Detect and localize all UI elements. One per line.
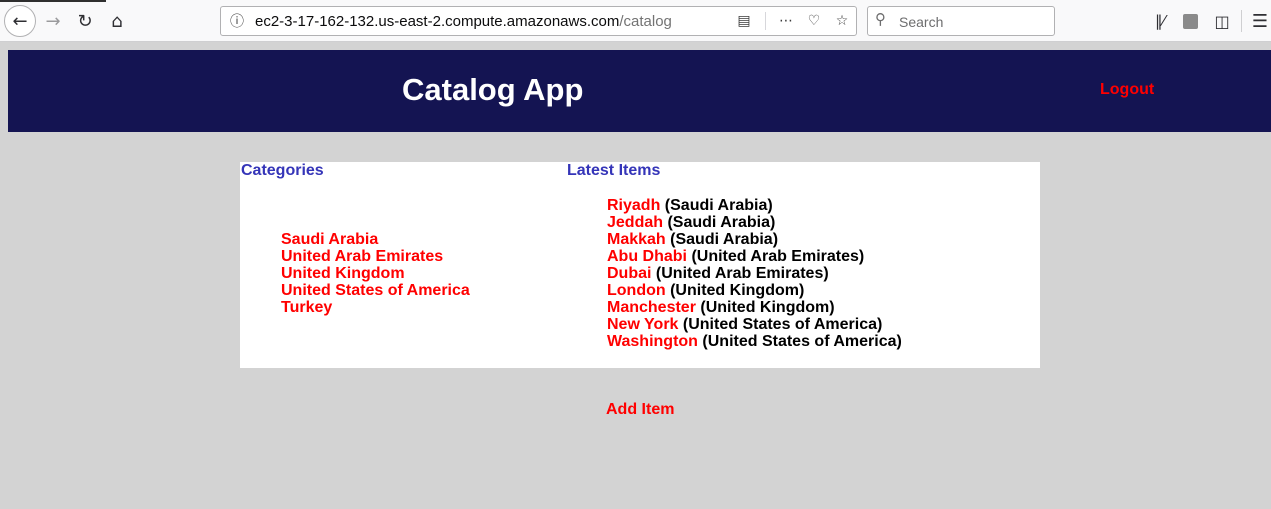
list-item: Washington (United States of America) [607,333,902,350]
add-item-link[interactable]: Add Item [606,401,674,419]
latest-items-heading: Latest Items [567,162,661,179]
list-item: Makkah (Saudi Arabia) [607,231,902,248]
logout-link[interactable]: Logout [1100,81,1154,99]
item-link[interactable]: Jeddah [607,214,663,231]
item-category: (Saudi Arabia) [667,214,776,231]
url-text: ec2-3-17-162-132.us-east-2.compute.amazo… [255,13,672,30]
category-link[interactable]: United Arab Emirates [281,248,470,265]
reader-view-icon[interactable]: ▤ [732,10,756,32]
item-category: (Saudi Arabia) [670,231,779,248]
item-link[interactable]: London [607,282,666,299]
list-item: London (United Kingdom) [607,282,902,299]
search-placeholder: Search [899,14,944,30]
category-list: Saudi Arabia United Arab Emirates United… [281,231,470,316]
app-title: Catalog App [402,72,584,107]
more-actions-icon[interactable]: ⋯ [774,10,798,32]
pocket-icon[interactable]: ♡ [802,10,826,32]
address-bar[interactable]: ⓘ ec2-3-17-162-132.us-east-2.compute.ama… [220,6,857,36]
item-category: (United States of America) [702,333,902,350]
browser-toolbar: ← → ↻ ⌂ ⓘ ec2-3-17-162-132.us-east-2.com… [0,0,1271,42]
url-host: ec2-3-17-162-132.us-east-2.compute.amazo… [255,13,620,30]
list-item: Abu Dhabi (United Arab Emirates) [607,248,902,265]
list-item: Dubai (United Arab Emirates) [607,265,902,282]
urlbar-divider [765,12,766,30]
search-input[interactable]: ⚲ Search [867,6,1055,36]
category-link[interactable]: United States of America [281,282,470,299]
item-link[interactable]: Washington [607,333,698,350]
category-link[interactable]: Turkey [281,299,470,316]
reload-icon[interactable]: ↻ [70,6,100,36]
list-item: Manchester (United Kingdom) [607,299,902,316]
categories-heading: Categories [241,162,324,179]
forward-arrow-icon[interactable]: → [38,6,68,36]
item-link[interactable]: New York [607,316,678,333]
list-item: Jeddah (Saudi Arabia) [607,214,902,231]
item-category: (United Arab Emirates) [691,248,865,265]
item-link[interactable]: Makkah [607,231,666,248]
item-category: (United Kingdom) [670,282,805,299]
home-icon[interactable]: ⌂ [102,6,132,36]
sidebar-icon[interactable]: ◫ [1207,6,1237,36]
category-link[interactable]: United Kingdom [281,265,470,282]
info-icon[interactable]: ⓘ [225,10,249,32]
item-link[interactable]: Dubai [607,265,651,282]
bookmark-star-icon[interactable]: ☆ [830,10,854,32]
library-icon[interactable]: ‖⁄ [1145,6,1175,36]
item-category: (United States of America) [682,316,883,333]
catalog-panel: Categories Latest Items Saudi Arabia Uni… [240,162,1040,368]
list-item: New York (United States of America) [607,316,902,333]
latest-items-list: Riyadh (Saudi Arabia) Jeddah (Saudi Arab… [607,197,902,350]
item-link[interactable]: Riyadh [607,197,660,214]
category-link[interactable]: Saudi Arabia [281,231,470,248]
app-header: Catalog App Logout [8,50,1271,132]
url-path: /catalog [619,13,672,30]
back-arrow-icon[interactable]: ← [4,5,36,37]
list-item: Riyadh (Saudi Arabia) [607,197,902,214]
item-link[interactable]: Abu Dhabi [607,248,687,265]
active-tab-indicator [0,0,106,2]
item-category: (Saudi Arabia) [664,197,773,214]
menu-icon[interactable]: ☰ [1245,6,1271,36]
item-category: (United Kingdom) [700,299,835,316]
toolbar-divider [1241,10,1242,32]
search-icon: ⚲ [875,10,886,28]
item-link[interactable]: Manchester [607,299,696,316]
extension-icon[interactable] [1175,6,1205,36]
item-category: (United Arab Emirates) [655,265,829,282]
